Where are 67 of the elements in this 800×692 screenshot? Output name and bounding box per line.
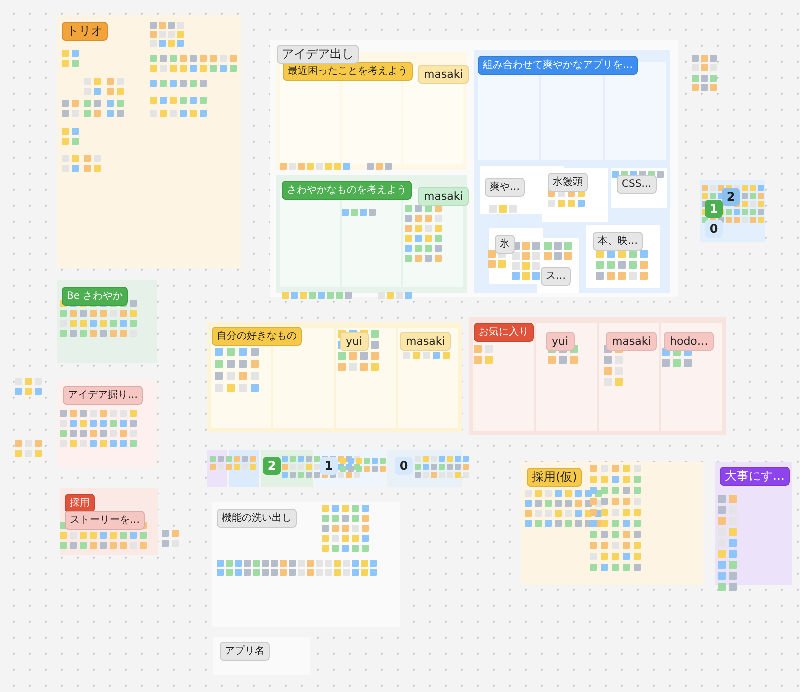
frame-title: 機能の洗い出し: [217, 509, 297, 528]
frame-title: 自分の好きなもの: [212, 327, 302, 346]
sticky-notes-drawing: [210, 456, 256, 470]
column-header: yui: [546, 332, 575, 351]
vote-count: 1: [705, 200, 723, 218]
sticky-notes-drawing: [107, 100, 124, 117]
frame-title: 大事にす…: [720, 467, 790, 486]
sticky-notes-drawing: [415, 456, 469, 478]
sticky-notes-drawing: [378, 292, 412, 299]
frame-title: さわやかなものを考えよう: [282, 181, 412, 200]
sticky-notes-drawing: [692, 55, 717, 71]
sticky-notes-drawing: [15, 378, 42, 395]
sticky-notes-drawing: [322, 505, 369, 552]
column-header: hodo…: [664, 332, 714, 351]
sticky-notes-drawing: [489, 205, 517, 213]
frame-title: 本、映…: [593, 232, 643, 251]
sticky-notes-drawing: [280, 163, 350, 170]
sticky-notes-drawing: [512, 242, 540, 280]
sticky-notes-drawing: [282, 292, 352, 299]
sticky-notes-drawing: [596, 250, 648, 280]
frame-title: Be さわやか: [62, 287, 128, 306]
vote-count: 2: [263, 457, 281, 475]
sticky-notes-drawing: [84, 100, 101, 117]
sticky-notes-drawing: [150, 80, 207, 87]
sticky-notes-drawing: [62, 50, 79, 67]
sticky-notes-drawing: [150, 22, 184, 47]
sticky-notes-drawing: [62, 100, 79, 117]
frame-title: 水饅頭: [548, 173, 588, 192]
sticky-notes-drawing: [62, 155, 79, 172]
sticky-notes-drawing: [342, 209, 376, 216]
sticky-notes-drawing: [692, 75, 717, 91]
sticky-notes-drawing: [84, 155, 101, 172]
frame-title: ス…: [541, 267, 571, 286]
frame-title: お気に入り: [474, 323, 534, 342]
column-header: yui: [340, 332, 369, 351]
frame-title: 最近困ったことを考えよう: [283, 62, 413, 81]
frame-title: 採用(仮): [527, 468, 582, 487]
frame-title: ストーリーを…: [65, 511, 145, 530]
frame-title: 爽や…: [485, 178, 525, 197]
frame-title: 組み合わせて爽やかなアプリを…: [478, 56, 638, 75]
vote-count: 0: [395, 457, 413, 475]
sticky-notes-drawing: [403, 352, 450, 359]
sticky-notes-drawing: [107, 78, 124, 95]
sticky-notes-drawing: [474, 345, 493, 364]
column-header: masaki: [400, 332, 452, 351]
sticky-notes-drawing: [405, 205, 442, 262]
sticky-notes-drawing: [544, 242, 572, 260]
frame-title: アプリ名: [220, 642, 270, 661]
vote-count: 2: [722, 188, 740, 206]
frame-title: アイデア出し: [277, 45, 359, 64]
sticky-notes-drawing: [367, 163, 392, 170]
frame-title: 氷: [495, 235, 515, 254]
sticky-notes-drawing: [150, 97, 207, 104]
vote-count: 1: [320, 457, 338, 475]
sticky-notes-drawing: [84, 78, 101, 95]
vote-count: 0: [705, 220, 723, 238]
frame-title: CSS…: [617, 175, 657, 194]
sticky-notes-drawing: [150, 110, 207, 117]
sticky-notes-drawing: [162, 530, 179, 547]
sticky-notes-drawing: [15, 440, 42, 457]
column-header: masaki: [606, 332, 658, 351]
frame-title: トリオ: [62, 22, 108, 41]
sticky-notes-drawing: [62, 128, 79, 145]
column-header: masaki: [418, 65, 470, 84]
sticky-notes-drawing: [215, 348, 259, 392]
column-header: masaki: [418, 187, 470, 206]
frame-title: アイデア掘り…: [63, 386, 143, 405]
